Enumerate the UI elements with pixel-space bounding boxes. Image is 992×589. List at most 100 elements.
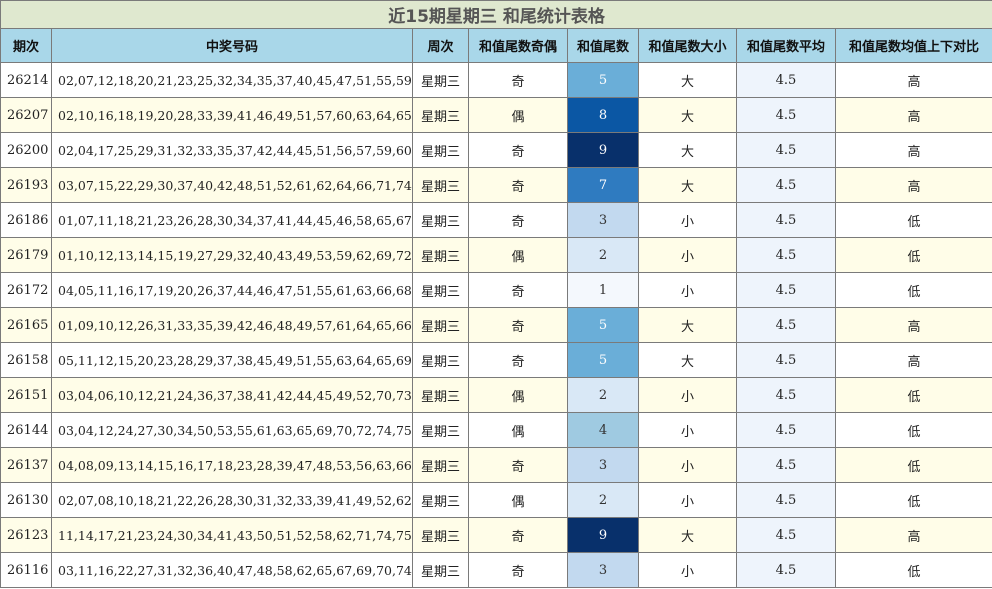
odd-even-cell: 奇 [468, 342, 568, 378]
table-row: 26200 02,04,17,25,29,31,32,33,35,37,42,44… [0, 132, 992, 168]
big-small-cell: 小 [638, 272, 737, 308]
big-small-cell: 大 [638, 62, 737, 98]
big-small-cell: 大 [638, 307, 737, 343]
tail-sum-stats-table: 近15期星期三 和尾统计表格 期次 中奖号码 周次 和值尾数奇偶 和值尾数 和值… [0, 0, 992, 588]
issue-cell: 26172 [0, 272, 52, 308]
table-row: 26130 02,07,08,10,18,21,22,26,28,30,31,32… [0, 482, 992, 518]
weekday-cell: 星期三 [412, 202, 469, 238]
odd-even-cell: 奇 [468, 447, 568, 483]
issue-cell: 26123 [0, 517, 52, 553]
issue-cell: 26200 [0, 132, 52, 168]
average-cell: 4.5 [736, 552, 836, 588]
average-cell: 4.5 [736, 97, 836, 133]
weekday-cell: 星期三 [412, 447, 469, 483]
table-row: 26207 02,10,16,18,19,20,28,33,39,41,46,49… [0, 97, 992, 133]
compare-cell: 高 [834, 97, 992, 133]
compare-cell: 低 [834, 482, 992, 518]
big-small-cell: 大 [638, 342, 737, 378]
table-row: 26116 03,11,16,22,27,31,32,36,40,47,48,58… [0, 552, 992, 588]
odd-even-cell: 奇 [468, 132, 568, 168]
weekday-cell: 星期三 [412, 517, 469, 553]
table-row: 26179 01,10,12,13,14,15,19,27,29,32,40,43… [0, 237, 992, 273]
compare-cell: 低 [834, 377, 992, 413]
compare-cell: 低 [834, 447, 992, 483]
header-big-small: 和值尾数大小 [638, 28, 737, 63]
numbers-cell: 03,04,06,10,12,21,24,36,37,38,41,42,44,4… [51, 377, 413, 413]
average-cell: 4.5 [736, 132, 836, 168]
table-row: 26165 01,09,10,12,26,31,33,35,39,42,46,48… [0, 307, 992, 343]
tail-sum-cell: 3 [567, 447, 639, 483]
average-cell: 4.5 [736, 167, 836, 203]
compare-cell: 高 [834, 517, 992, 553]
weekday-cell: 星期三 [412, 237, 469, 273]
odd-even-cell: 偶 [468, 237, 568, 273]
table-row: 26137 04,08,09,13,14,15,16,17,18,23,28,39… [0, 447, 992, 483]
header-issue: 期次 [0, 28, 52, 63]
numbers-cell: 01,09,10,12,26,31,33,35,39,42,46,48,49,5… [51, 307, 413, 343]
tail-sum-cell: 7 [567, 167, 639, 203]
tail-sum-cell: 2 [567, 377, 639, 413]
big-small-cell: 大 [638, 517, 737, 553]
compare-cell: 低 [834, 412, 992, 448]
compare-cell: 低 [834, 237, 992, 273]
issue-cell: 26207 [0, 97, 52, 133]
numbers-cell: 01,10,12,13,14,15,19,27,29,32,40,43,49,5… [51, 237, 413, 273]
numbers-cell: 01,07,11,18,21,23,26,28,30,34,37,41,44,4… [51, 202, 413, 238]
issue-cell: 26193 [0, 167, 52, 203]
header-tail-sum: 和值尾数 [567, 28, 639, 63]
weekday-cell: 星期三 [412, 552, 469, 588]
odd-even-cell: 奇 [468, 202, 568, 238]
average-cell: 4.5 [736, 202, 836, 238]
issue-cell: 26158 [0, 342, 52, 378]
tail-sum-cell: 9 [567, 517, 639, 553]
odd-even-cell: 奇 [468, 272, 568, 308]
numbers-cell: 02,10,16,18,19,20,28,33,39,41,46,49,51,5… [51, 97, 413, 133]
table-row: 26214 02,07,12,18,20,21,23,25,32,34,35,37… [0, 62, 992, 98]
tail-sum-cell: 3 [567, 202, 639, 238]
weekday-cell: 星期三 [412, 167, 469, 203]
issue-cell: 26116 [0, 552, 52, 588]
numbers-cell: 02,07,12,18,20,21,23,25,32,34,35,37,40,4… [51, 62, 413, 98]
compare-cell: 高 [834, 62, 992, 98]
issue-cell: 26214 [0, 62, 52, 98]
tail-sum-cell: 1 [567, 272, 639, 308]
average-cell: 4.5 [736, 412, 836, 448]
numbers-cell: 02,07,08,10,18,21,22,26,28,30,31,32,33,3… [51, 482, 413, 518]
compare-cell: 高 [834, 342, 992, 378]
issue-cell: 26186 [0, 202, 52, 238]
issue-cell: 26165 [0, 307, 52, 343]
numbers-cell: 03,04,12,24,27,30,34,50,53,55,61,63,65,6… [51, 412, 413, 448]
table-row: 26123 11,14,17,21,23,24,30,34,41,43,50,51… [0, 517, 992, 553]
odd-even-cell: 奇 [468, 517, 568, 553]
big-small-cell: 小 [638, 482, 737, 518]
issue-cell: 26144 [0, 412, 52, 448]
table-title: 近15期星期三 和尾统计表格 [0, 0, 992, 29]
issue-cell: 26179 [0, 237, 52, 273]
tail-sum-cell: 8 [567, 97, 639, 133]
numbers-cell: 03,07,15,22,29,30,37,40,42,48,51,52,61,6… [51, 167, 413, 203]
weekday-cell: 星期三 [412, 482, 469, 518]
weekday-cell: 星期三 [412, 132, 469, 168]
weekday-cell: 星期三 [412, 412, 469, 448]
average-cell: 4.5 [736, 62, 836, 98]
weekday-cell: 星期三 [412, 307, 469, 343]
tail-sum-cell: 3 [567, 552, 639, 588]
average-cell: 4.5 [736, 342, 836, 378]
numbers-cell: 04,08,09,13,14,15,16,17,18,23,28,39,47,4… [51, 447, 413, 483]
compare-cell: 高 [834, 167, 992, 203]
average-cell: 4.5 [736, 237, 836, 273]
weekday-cell: 星期三 [412, 97, 469, 133]
header-weekday: 周次 [412, 28, 469, 63]
average-cell: 4.5 [736, 307, 836, 343]
tail-sum-cell: 5 [567, 62, 639, 98]
table-row: 26172 04,05,11,16,17,19,20,26,37,44,46,47… [0, 272, 992, 308]
header-compare: 和值尾数均值上下对比 [834, 28, 992, 63]
big-small-cell: 小 [638, 447, 737, 483]
average-cell: 4.5 [736, 517, 836, 553]
big-small-cell: 小 [638, 237, 737, 273]
compare-cell: 低 [834, 552, 992, 588]
tail-sum-cell: 2 [567, 237, 639, 273]
big-small-cell: 小 [638, 412, 737, 448]
odd-even-cell: 奇 [468, 167, 568, 203]
big-small-cell: 小 [638, 552, 737, 588]
